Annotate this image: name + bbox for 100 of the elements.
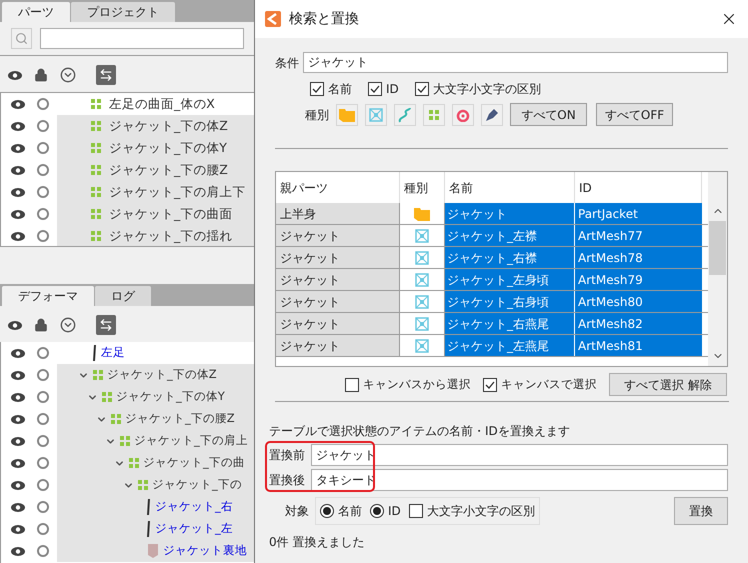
replace-field[interactable]: ジャケット [311,444,728,466]
condition-field[interactable]: ジャケット [303,52,728,73]
lock-toggle[interactable] [37,523,49,535]
eye-icon[interactable] [11,480,25,490]
checkbox[interactable] [368,82,382,96]
part-row[interactable]: ジャケット_下の曲面 [57,203,254,225]
lock-toggle[interactable] [37,120,49,132]
toggle-all-button[interactable]: すべてON [510,103,587,126]
swap-icon[interactable] [96,65,116,85]
eye-icon[interactable] [11,414,25,424]
tree-row[interactable]: ジャケット_下の曲 [57,452,255,474]
tree-row[interactable]: ジャケット_下の腰Z [57,408,255,430]
lock-toggle[interactable] [37,208,49,220]
eye-icon[interactable] [11,546,25,556]
lock-toggle[interactable] [37,391,49,403]
lock-toggle[interactable] [37,413,49,425]
panel-tab[interactable]: ログ [95,286,151,306]
replace-button[interactable]: 置換 [674,497,728,525]
deformer-icon [120,436,130,446]
eye-icon[interactable] [11,144,25,152]
node-label: ジャケット裏地 [163,542,247,560]
eye-icon[interactable] [11,458,25,468]
table-row[interactable]: ジャケット ジャケット_左身頃 ArtMesh79 [276,269,708,291]
eye-icon[interactable] [11,210,25,218]
option-label: キャンバスから選択 [363,376,471,393]
lock-toggle[interactable] [37,479,49,491]
deselect-all-button[interactable]: すべて選択 解除 [609,373,727,396]
eye-icon[interactable] [11,166,25,174]
checkbox[interactable] [414,82,429,96]
expand-all-icon[interactable] [60,67,76,83]
radio-button[interactable] [370,504,384,518]
table-row[interactable]: ジャケット ジャケット_右燕尾 ArtMesh82 [276,313,708,335]
eye-icon[interactable] [11,122,25,130]
deformer-icon [91,121,101,131]
eye-icon[interactable] [11,370,25,380]
tree-row[interactable]: ジャケット_右 [57,496,255,518]
lock-toggle[interactable] [37,164,49,176]
lock-toggle[interactable] [37,369,49,381]
eye-icon[interactable] [11,348,25,358]
node-label: ジャケット_下の肩上 [134,432,248,450]
lock-toggle[interactable] [37,142,49,154]
type-filter-button[interactable] [452,104,474,126]
panel-tab[interactable]: パーツ [2,2,70,22]
option-label: ID [388,503,401,520]
swap-icon[interactable] [96,315,116,335]
column-header[interactable]: 種別 [400,172,445,203]
eye-icon[interactable] [8,320,22,330]
table-row[interactable]: ジャケット ジャケット_左襟 ArtMesh77 [276,225,708,247]
lock-toggle[interactable] [37,457,49,469]
toggle-all-button[interactable]: すべてOFF [596,103,673,126]
lock-toggle[interactable] [37,347,49,359]
condition-label: 条件 [275,54,299,72]
lock-icon[interactable] [34,318,48,332]
eye-icon[interactable] [11,188,25,196]
part-row[interactable]: ジャケット_下の体Y [57,137,254,159]
table-row[interactable]: 上半身 ジャケット PartJacket [276,203,708,225]
tree-row[interactable]: ジャケット_左 [57,518,255,540]
table-row[interactable]: ジャケット ジャケット_右身頃 ArtMesh80 [276,291,708,313]
tree-row[interactable]: ジャケット裏地 [57,540,255,562]
tree-row[interactable]: ジャケット_下の [57,474,255,496]
tree-row[interactable]: ジャケット_下の肩上 [57,430,255,452]
lock-toggle[interactable] [37,501,49,513]
eye-icon[interactable] [11,436,25,446]
lock-toggle[interactable] [37,98,49,110]
line-icon [93,345,97,361]
table-row[interactable]: ジャケット ジャケット_左燕尾 ArtMesh81 [276,335,708,357]
eye-icon[interactable] [11,524,25,534]
checkbox[interactable] [345,378,359,392]
part-row[interactable]: ジャケット_下の腰Z [57,159,254,181]
field-label: 置換前 [269,447,306,464]
eye-icon[interactable] [11,232,25,240]
part-row[interactable]: ジャケット_下の揺れ [57,225,254,246]
eye-icon[interactable] [8,70,22,80]
mesh-icon [415,228,429,242]
table-row[interactable]: ジャケット ジャケット_右襟 ArtMesh78 [276,247,708,269]
checkbox[interactable] [310,82,324,96]
checkbox[interactable] [408,504,423,518]
part-row[interactable]: ジャケット_下の肩上下 [57,181,254,203]
eye-icon[interactable] [11,100,25,108]
scrollbar[interactable] [708,172,727,366]
radio-button[interactable] [320,504,334,518]
table-cell: ジャケット [276,247,400,268]
tree-row[interactable]: ジャケット_下の体Y [57,386,255,408]
search-field[interactable] [40,28,244,49]
type-filter-button[interactable] [481,104,503,126]
part-row[interactable]: ジャケット_下の体Z [57,115,254,137]
panel-tab[interactable]: デフォーマ [2,286,94,306]
eye-icon[interactable] [11,392,25,402]
lock-toggle[interactable] [37,545,49,557]
lock-toggle[interactable] [37,186,49,198]
folder-icon [339,108,355,122]
eye-icon[interactable] [11,502,25,512]
table-cell: ジャケット [276,269,400,290]
lock-toggle[interactable] [37,435,49,447]
checkbox[interactable] [483,378,497,392]
tree-row[interactable]: ジャケット_下の体Z [57,364,255,386]
lock-icon[interactable] [34,68,48,82]
lock-toggle[interactable] [37,230,49,242]
panel-tab[interactable]: プロジェクト [71,2,175,22]
expand-all-icon[interactable] [60,317,76,333]
